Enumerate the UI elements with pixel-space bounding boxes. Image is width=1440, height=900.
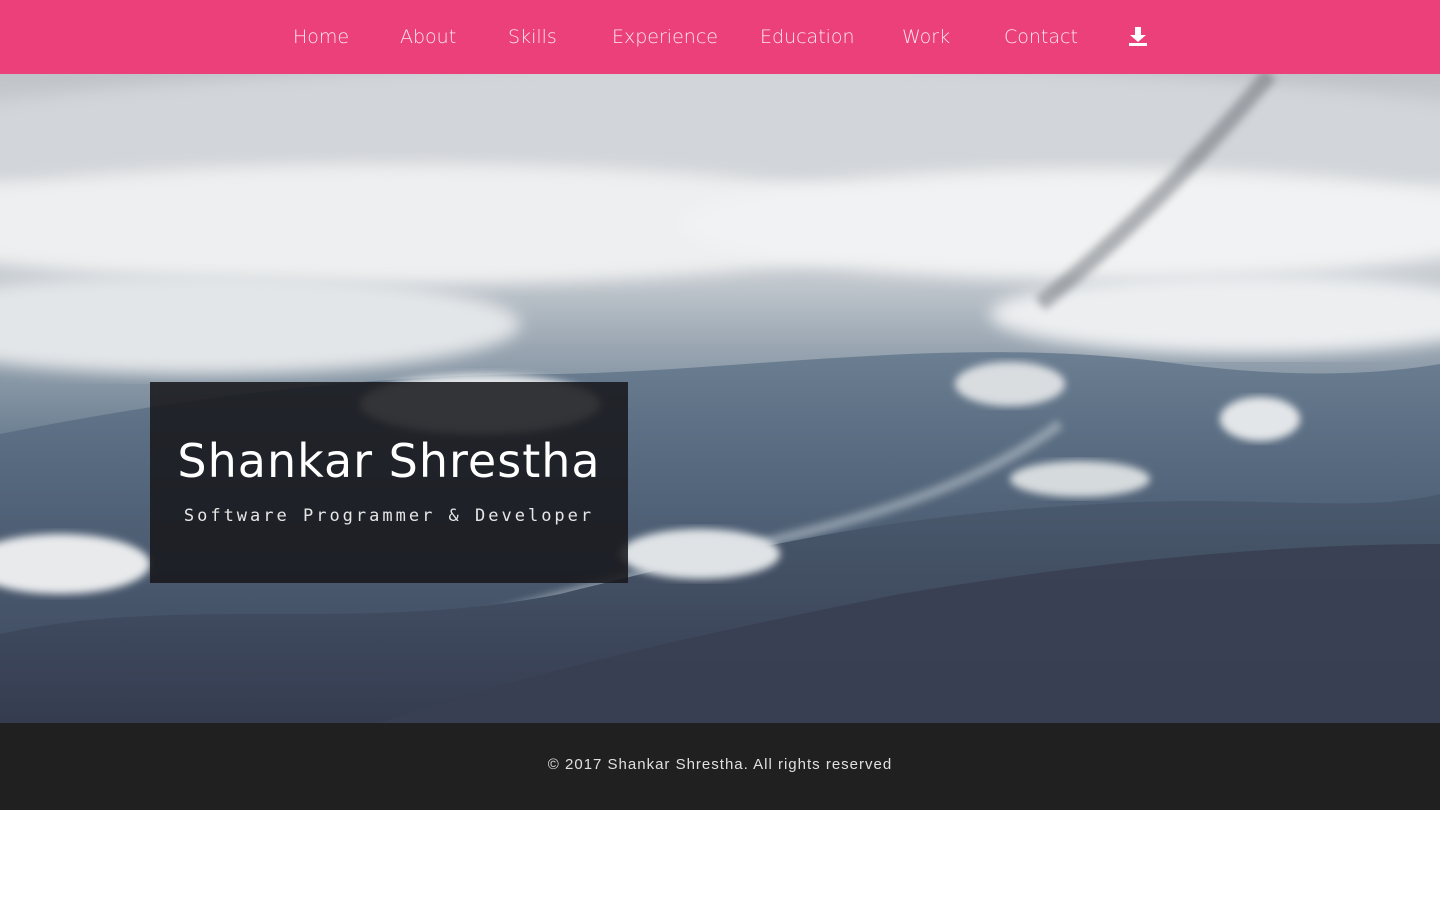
- hero-name: Shankar Shrestha: [177, 434, 601, 488]
- intro-card: Shankar Shrestha Software Programmer & D…: [150, 382, 628, 583]
- nav-contact[interactable]: Contact: [1004, 0, 1078, 74]
- page-footer: © 2017 Shankar Shrestha. All rights rese…: [0, 723, 1440, 810]
- nav-about[interactable]: About: [400, 0, 456, 74]
- nav-home[interactable]: Home: [293, 0, 349, 74]
- copyright-text: © 2017 Shankar Shrestha. All rights rese…: [547, 756, 893, 773]
- nav-work[interactable]: Work: [902, 0, 950, 74]
- nav-skills[interactable]: Skills: [508, 0, 557, 74]
- nav-education[interactable]: Education: [760, 0, 855, 74]
- top-navbar: Home About Skills Experience Education W…: [0, 0, 1440, 74]
- hero-role: Software Programmer & Developer: [183, 506, 595, 526]
- hero-background-photo: Shankar Shrestha Software Programmer & D…: [0, 74, 1440, 723]
- download-icon[interactable]: [1129, 27, 1147, 47]
- nav-experience[interactable]: Experience: [612, 0, 718, 74]
